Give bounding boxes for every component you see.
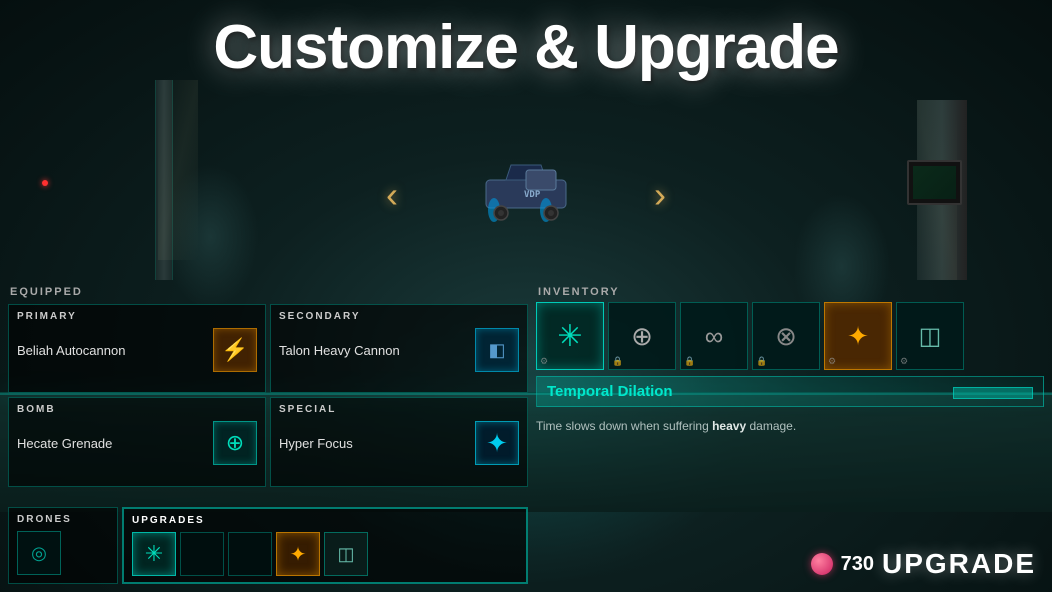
secondary-weapon-name: Talon Heavy Cannon [279,343,400,358]
inv-slot-1-lock-icon: 🔒 [612,356,623,367]
bomb-content: Hecate Grenade ⊕ [17,421,257,465]
inventory-label: INVENTORY [536,282,1044,300]
drones-slot[interactable]: DRONES ◎ [8,507,118,584]
ship-prev-button[interactable]: ‹ [386,174,398,216]
special-label: SPECIAL [279,404,519,415]
special-icon: ✦ [475,421,519,465]
inv-slot-3-lock-icon: 🔒 [756,356,767,367]
item-desc-end: damage. [749,419,796,433]
secondary-slot[interactable]: SECONDARY Talon Heavy Cannon ◧ [270,304,528,393]
bomb-label: BOMB [17,404,257,415]
primary-content: Beliah Autocannon ⚡ [17,328,257,372]
inv-slot-0-gear-icon: ⚙ [540,356,548,367]
primary-weapon-name: Beliah Autocannon [17,343,125,358]
item-desc-strong: heavy [712,419,746,433]
item-stat-bar [953,387,1033,399]
item-desc-text: Time slows down when suffering [536,419,709,433]
inv-slot-3[interactable]: ⊗ 🔒 [752,302,820,370]
ship-next-button[interactable]: › [654,174,666,216]
item-info-bar: Temporal Dilation [536,376,1044,407]
upgrade-slot-1[interactable] [180,532,224,576]
secondary-weapon-icon: ◧ [475,328,519,372]
special-content: Hyper Focus ✦ [279,421,519,465]
drone-icon: ◎ [17,531,61,575]
svg-text:VDP: VDP [524,190,541,200]
upgrade-slot-2[interactable] [228,532,272,576]
upgrade-footer: 730 UPGRADE [811,548,1036,580]
secondary-label: SECONDARY [279,311,519,322]
upgrades-label: UPGRADES [132,515,518,526]
bomb-slot[interactable]: BOMB Hecate Grenade ⊕ [8,397,266,486]
bg-monitor [907,160,962,205]
primary-label: PRIMARY [17,311,257,322]
primary-slot[interactable]: PRIMARY Beliah Autocannon ⚡ [8,304,266,393]
bomb-icon: ⊕ [213,421,257,465]
special-slot[interactable]: SPECIAL Hyper Focus ✦ [270,397,528,486]
selected-item-description: Time slows down when suffering heavy dam… [536,413,1044,439]
upgrade-currency-orb [811,553,833,575]
selected-item-name: Temporal Dilation [547,383,673,400]
equipped-label: EQUIPPED [8,282,528,300]
inv-slot-1[interactable]: ⊕ 🔒 [608,302,676,370]
inv-slot-2-lock-icon: 🔒 [684,356,695,367]
drones-label: DRONES [17,514,109,525]
upgrades-slots: ✳ ✦ ◫ [132,532,518,576]
light-beam-left [158,80,198,260]
inventory-panel: INVENTORY ✳ ⚙ ⊕ 🔒 ∞ 🔒 ⊗ 🔒 ✦ ⚙ [536,282,1044,584]
upgrade-slot-3[interactable]: ✦ [276,532,320,576]
equipped-panel: EQUIPPED PRIMARY Beliah Autocannon ⚡ SEC… [8,282,528,584]
inv-slot-4-gear-icon: ⚙ [828,356,836,367]
inv-slot-2[interactable]: ∞ 🔒 [680,302,748,370]
bottom-ui-container: EQUIPPED PRIMARY Beliah Autocannon ⚡ SEC… [0,282,1052,592]
secondary-content: Talon Heavy Cannon ◧ [279,328,519,372]
inv-slot-4[interactable]: ✦ ⚙ [824,302,892,370]
equipped-grid: PRIMARY Beliah Autocannon ⚡ SECONDARY Ta… [8,304,528,503]
upgrade-button[interactable]: UPGRADE [882,548,1036,580]
bomb-name: Hecate Grenade [17,436,112,451]
upgrade-slot-4[interactable]: ◫ [324,532,368,576]
upgrades-section: UPGRADES ✳ ✦ ◫ [122,507,528,584]
upgrade-slot-0[interactable]: ✳ [132,532,176,576]
inventory-grid: ✳ ⚙ ⊕ 🔒 ∞ 🔒 ⊗ 🔒 ✦ ⚙ ◫ ⚙ [536,302,1044,370]
inv-slot-5-gear-icon: ⚙ [900,356,908,367]
inv-slot-5[interactable]: ◫ ⚙ [896,302,964,370]
ship-model: VDP [456,155,596,235]
primary-weapon-icon: ⚡ [213,328,257,372]
warning-light-icon [42,180,48,186]
inv-slot-0[interactable]: ✳ ⚙ [536,302,604,370]
upgrade-currency-count: 730 [841,553,874,576]
ship-display-area: ‹ VDP › [376,130,676,260]
special-name: Hyper Focus [279,436,353,451]
drones-upgrades-row: DRONES ◎ UPGRADES ✳ ✦ ◫ [8,507,528,584]
page-title: Customize & Upgrade [0,12,1052,83]
